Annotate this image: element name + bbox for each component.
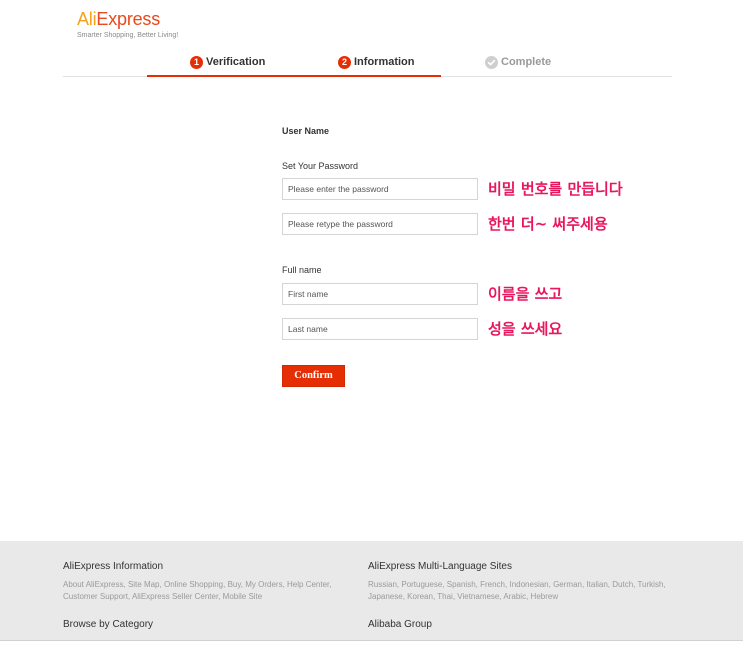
- username-label: User Name: [282, 126, 330, 136]
- footer-link-online-shopping[interactable]: Online Shopping: [164, 580, 223, 589]
- footer-links-multi-language-sites: Russian, Portuguese, Spanish, French, In…: [368, 579, 666, 602]
- password-label: Set Your Password: [282, 161, 359, 171]
- confirm-button[interactable]: Confirm: [282, 365, 345, 387]
- footer-title-multi-language-sites: AliExpress Multi-Language Sites: [368, 561, 512, 572]
- step-label: Complete: [501, 56, 552, 68]
- footer-link-japanese[interactable]: Japanese: [368, 592, 403, 601]
- footer: AliExpress Information About AliExpress,…: [0, 541, 743, 641]
- logo-ali-text: Ali: [77, 9, 97, 29]
- footer-link-line: Customer Support, AliExpress Seller Cent…: [63, 591, 263, 601]
- footer-link-line: Russian, Portuguese, Spanish, French, In…: [368, 580, 666, 589]
- footer-links-aliexpress-information: About AliExpress, Site Map, Online Shopp…: [63, 579, 332, 602]
- footer-link-customer-support[interactable]: Customer Support: [63, 592, 128, 601]
- step-verification: 1 Verification: [190, 55, 265, 69]
- step-label: Information: [354, 56, 415, 68]
- first-name-input[interactable]: [282, 283, 478, 305]
- page: AliExpress Smarter Shopping, Better Livi…: [0, 0, 743, 654]
- annotation-password: 비밀 번호를 만듭니다: [488, 180, 623, 198]
- footer-link-line: Japanese, Korean, Thai, Vietnamese, Arab…: [368, 591, 559, 601]
- footer-link-aliexpress-seller-center[interactable]: AliExpress Seller Center: [132, 592, 218, 601]
- footer-link-spanish[interactable]: Spanish: [447, 580, 476, 589]
- footer-title-alibaba-group: Alibaba Group: [368, 619, 432, 630]
- footer-link-hebrew[interactable]: Hebrew: [531, 592, 559, 601]
- logo-express-text: Express: [96, 9, 161, 29]
- footer-link-french[interactable]: French: [480, 580, 505, 589]
- logo-tagline: Smarter Shopping, Better Living!: [77, 32, 179, 39]
- steps-progress-bar: [147, 75, 441, 77]
- check-icon: [485, 55, 498, 69]
- footer-link-about-aliexpress[interactable]: About AliExpress: [63, 580, 123, 589]
- footer-link-site-map[interactable]: Site Map: [128, 580, 160, 589]
- step-complete: Complete: [485, 55, 551, 69]
- retype-password-input[interactable]: [282, 213, 478, 235]
- footer-link-russian[interactable]: Russian: [368, 580, 397, 589]
- footer-link-italian[interactable]: Italian: [586, 580, 607, 589]
- footer-link-korean[interactable]: Korean: [407, 592, 433, 601]
- step-information: 2 Information: [338, 55, 415, 69]
- footer-link-my-orders[interactable]: My Orders: [245, 580, 282, 589]
- footer-link-turkish[interactable]: Turkish: [637, 580, 663, 589]
- footer-link-german[interactable]: German: [553, 580, 582, 589]
- step-number-badge: 1: [190, 55, 203, 69]
- footer-link-portuguese[interactable]: Portuguese: [401, 580, 442, 589]
- footer-title-aliexpress-information: AliExpress Information: [63, 561, 164, 572]
- annotation-retype-password: 한번 더~ 써주세용: [488, 215, 608, 233]
- footer-link-thai[interactable]: Thai: [437, 592, 453, 601]
- footer-link-indonesian[interactable]: Indonesian: [509, 580, 548, 589]
- footer-link-help-center[interactable]: Help Center: [287, 580, 329, 589]
- aliexpress-logo[interactable]: AliExpress: [77, 9, 160, 29]
- footer-link-vietnamese[interactable]: Vietnamese: [457, 592, 499, 601]
- password-input[interactable]: [282, 178, 478, 200]
- annotation-last-name: 성을 쓰세요: [488, 320, 563, 338]
- logo-wordmark: AliExpress: [77, 9, 160, 29]
- last-name-input[interactable]: [282, 318, 478, 340]
- step-label: Verification: [206, 56, 266, 68]
- footer-link-mobile-site[interactable]: Mobile Site: [223, 592, 263, 601]
- footer-link-line: About AliExpress, Site Map, Online Shopp…: [63, 580, 332, 589]
- footer-link-dutch[interactable]: Dutch: [612, 580, 633, 589]
- footer-link-buy[interactable]: Buy: [228, 580, 241, 589]
- footer-link-arabic[interactable]: Arabic: [503, 592, 526, 601]
- footer-title-browse-by-category: Browse by Category: [63, 619, 154, 630]
- annotation-first-name: 이름을 쓰고: [488, 285, 563, 303]
- step-number-badge: 2: [338, 55, 351, 69]
- fullname-label: Full name: [282, 265, 322, 275]
